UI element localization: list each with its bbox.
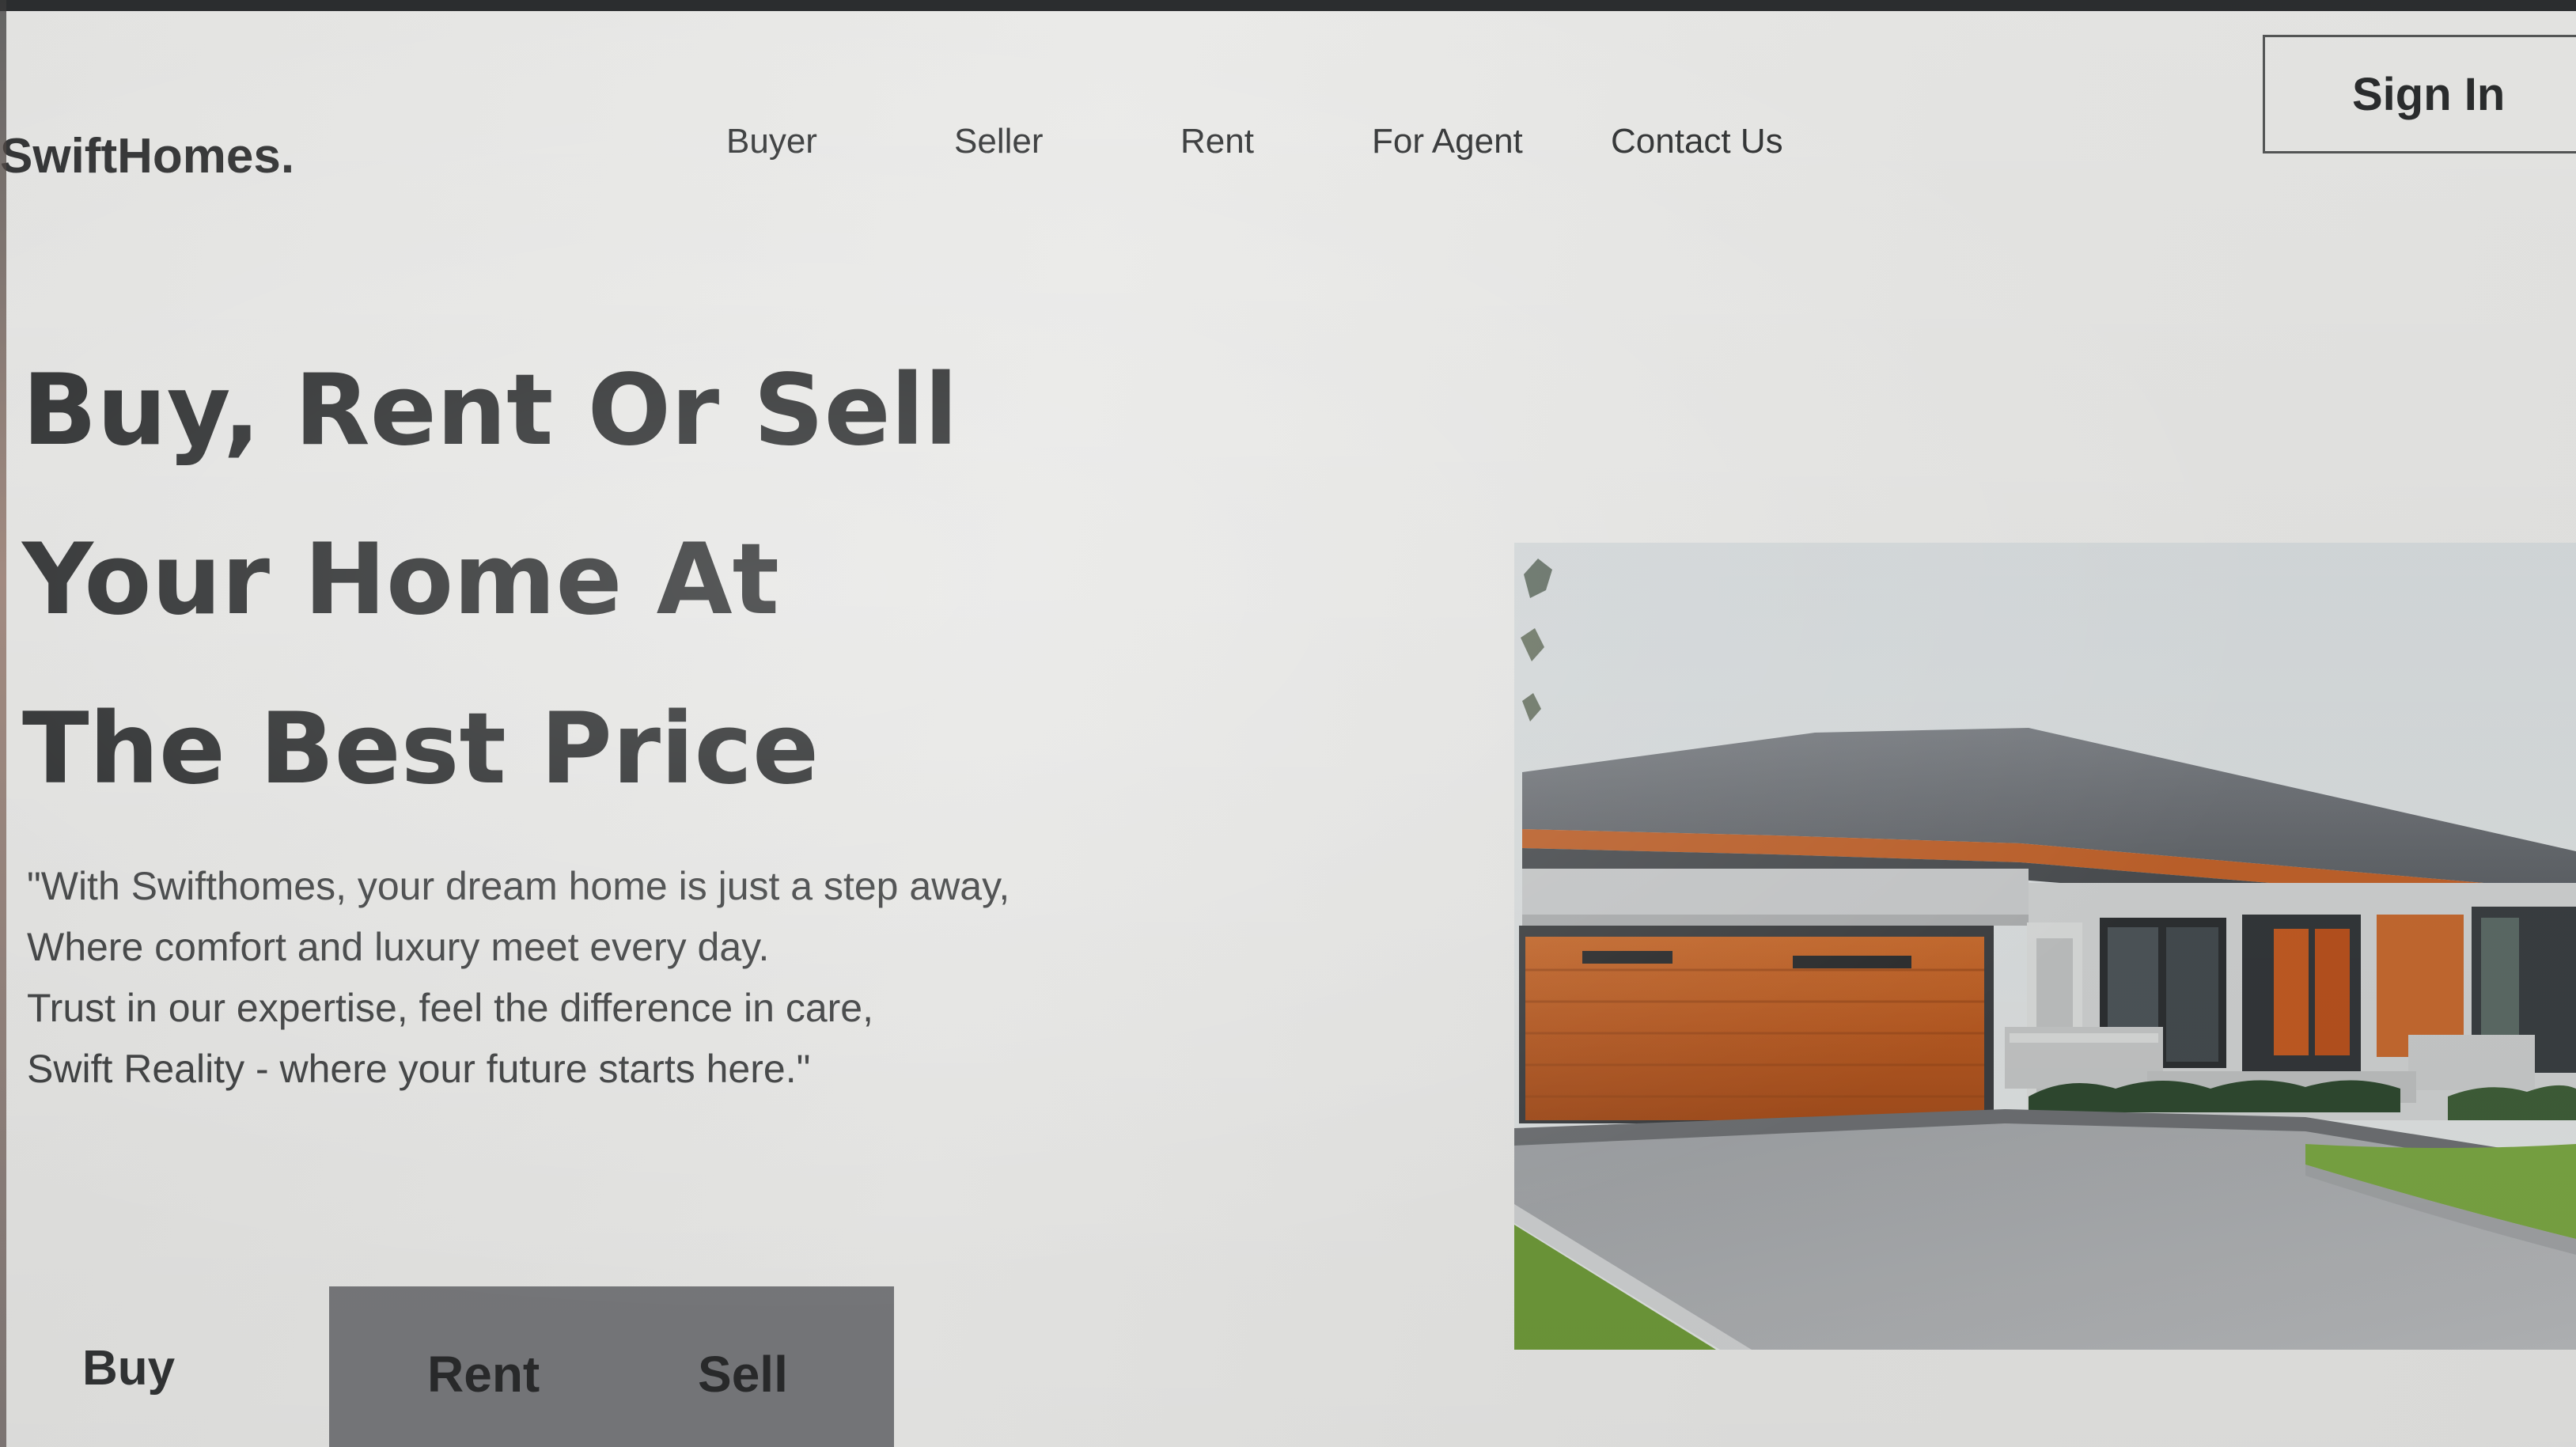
- house-photo: [1514, 543, 2576, 1350]
- hero-title-line: Buy, Rent Or Sell: [22, 354, 958, 468]
- tab-buy[interactable]: Buy: [82, 1340, 175, 1396]
- nav-item-seller[interactable]: Seller: [954, 122, 1044, 161]
- main-nav: Buyer Seller Rent For Agent Contact Us: [0, 122, 1899, 169]
- monitor-top-bezel: [0, 0, 2576, 11]
- nav-item-buyer[interactable]: Buyer: [726, 122, 817, 161]
- hero-quote: "With Swifthomes, your dream home is jus…: [27, 856, 1010, 1100]
- tab-sell[interactable]: Sell: [698, 1345, 788, 1403]
- hero-title: Buy, Rent Or Sell Your Home At The Best …: [22, 326, 958, 834]
- nav-item-for-agent[interactable]: For Agent: [1372, 122, 1523, 161]
- nav-item-contact-us[interactable]: Contact Us: [1611, 122, 1783, 161]
- nav-item-rent[interactable]: Rent: [1180, 122, 1254, 161]
- quote-line: "With Swifthomes, your dream home is jus…: [27, 864, 1010, 908]
- hero-title-line: The Best Price: [22, 692, 820, 806]
- quote-line: Trust in our expertise, feel the differe…: [27, 986, 873, 1030]
- hero-title-line: Your Home At: [22, 523, 779, 637]
- tab-rent[interactable]: Rent: [427, 1345, 540, 1403]
- sign-in-button[interactable]: Sign In: [2263, 35, 2576, 153]
- rent-sell-tab-group: Rent Sell: [329, 1286, 894, 1447]
- quote-line: Swift Reality - where your future starts…: [27, 1047, 811, 1091]
- monitor-left-bezel: [0, 0, 6, 1447]
- web-page: SwiftHomes. Buyer Seller Rent For Agent …: [0, 11, 2576, 1447]
- quote-line: Where comfort and luxury meet every day.: [27, 925, 770, 969]
